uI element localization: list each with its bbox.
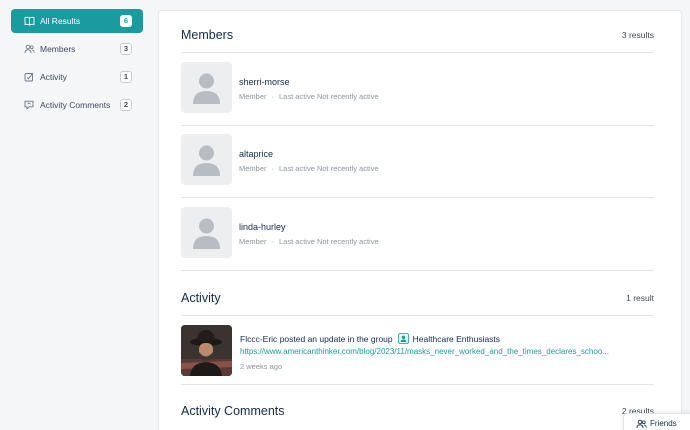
sidebar-item-label: Members — [40, 44, 76, 54]
divider — [181, 315, 654, 316]
count-badge: 6 — [120, 15, 132, 27]
default-avatar-icon — [193, 218, 220, 249]
member-result[interactable]: altaprice Member · Last active Not recentl… — [181, 134, 654, 186]
activity-url-link[interactable]: https://www.americanthinker.com/blog/202… — [240, 347, 612, 356]
member-meta: Member · Last active Not recently active — [239, 237, 379, 246]
member-role: Member — [239, 92, 267, 101]
separator-dot: · — [271, 92, 275, 101]
search-filter-sidebar: All Results 6 Members 3 Activity 1 Activ… — [0, 0, 150, 430]
separator-dot: · — [271, 237, 275, 246]
avatar[interactable] — [181, 325, 232, 376]
sidebar-item-activity-comments[interactable]: Activity Comments 2 — [11, 93, 143, 117]
avatar[interactable] — [181, 134, 232, 185]
member-name[interactable]: linda-hurley — [239, 222, 286, 232]
divider — [181, 384, 654, 385]
member-name[interactable]: sherri-morse — [239, 77, 290, 87]
sidebar-item-all-results[interactable]: All Results 6 — [11, 9, 143, 33]
member-name[interactable]: altaprice — [239, 149, 273, 159]
last-active-status: Last active Not recently active — [279, 92, 379, 101]
activity-user-link[interactable]: Flccc-Eric — [240, 334, 277, 344]
sidebar-item-members[interactable]: Members 3 — [11, 37, 143, 61]
activity-icon — [23, 71, 35, 83]
sidebar-item-label: Activity Comments — [40, 100, 111, 110]
avatar[interactable] — [181, 207, 232, 258]
group-name-link[interactable]: Healthcare Enthusiasts — [413, 334, 500, 344]
activity-action-text: posted an update in the group — [279, 333, 393, 344]
comment-icon — [23, 99, 35, 111]
activity-comments-section-header: Activity Comments 2 results — [181, 404, 654, 418]
default-avatar-icon — [193, 145, 220, 176]
member-result[interactable]: linda-hurley Member · Last active Not rece… — [181, 207, 654, 259]
sidebar-item-label: Activity — [40, 72, 67, 82]
divider — [181, 270, 654, 271]
activity-result: Flccc-Eric posted an update in the group… — [181, 325, 654, 377]
divider — [181, 125, 654, 126]
count-badge: 3 — [120, 43, 132, 55]
last-active-status: Last active Not recently active — [279, 237, 379, 246]
group-icon[interactable] — [397, 333, 409, 344]
section-title: Members — [181, 28, 234, 42]
member-meta: Member · Last active Not recently active — [239, 164, 379, 173]
users-icon — [23, 43, 35, 55]
count-badge: 1 — [120, 71, 132, 83]
activity-summary: Flccc-Eric posted an update in the group… — [240, 333, 500, 344]
user-photo — [181, 325, 232, 376]
default-avatar-icon — [193, 73, 220, 104]
member-result[interactable]: sherri-morse Member · Last active Not rece… — [181, 62, 654, 114]
section-count: 3 results — [621, 30, 654, 40]
member-role: Member — [239, 237, 267, 246]
members-section-header: Members 3 results — [181, 28, 654, 42]
sidebar-item-label: All Results — [40, 16, 81, 26]
activity-section-header: Activity 1 result — [181, 291, 654, 305]
search-results-panel: Members 3 results sherri-morse Member · La… — [158, 10, 682, 430]
section-title: Activity Comments — [181, 404, 285, 418]
users-icon — [636, 419, 647, 429]
activity-timestamp: 2 weeks ago — [240, 362, 283, 371]
separator-dot: · — [271, 164, 275, 173]
divider — [181, 52, 654, 53]
last-active-status: Last active Not recently active — [279, 164, 379, 173]
avatar[interactable] — [181, 62, 232, 113]
member-role: Member — [239, 164, 267, 173]
divider — [181, 197, 654, 198]
sidebar-item-activity[interactable]: Activity 1 — [11, 65, 143, 89]
friends-tab-label: Friends — [650, 418, 677, 428]
book-icon — [23, 15, 35, 27]
member-meta: Member · Last active Not recently active — [239, 92, 379, 101]
count-badge: 2 — [120, 99, 132, 111]
section-count: 1 result — [626, 293, 654, 303]
friends-tab[interactable]: Friends — [623, 413, 690, 430]
section-title: Activity — [181, 291, 221, 305]
